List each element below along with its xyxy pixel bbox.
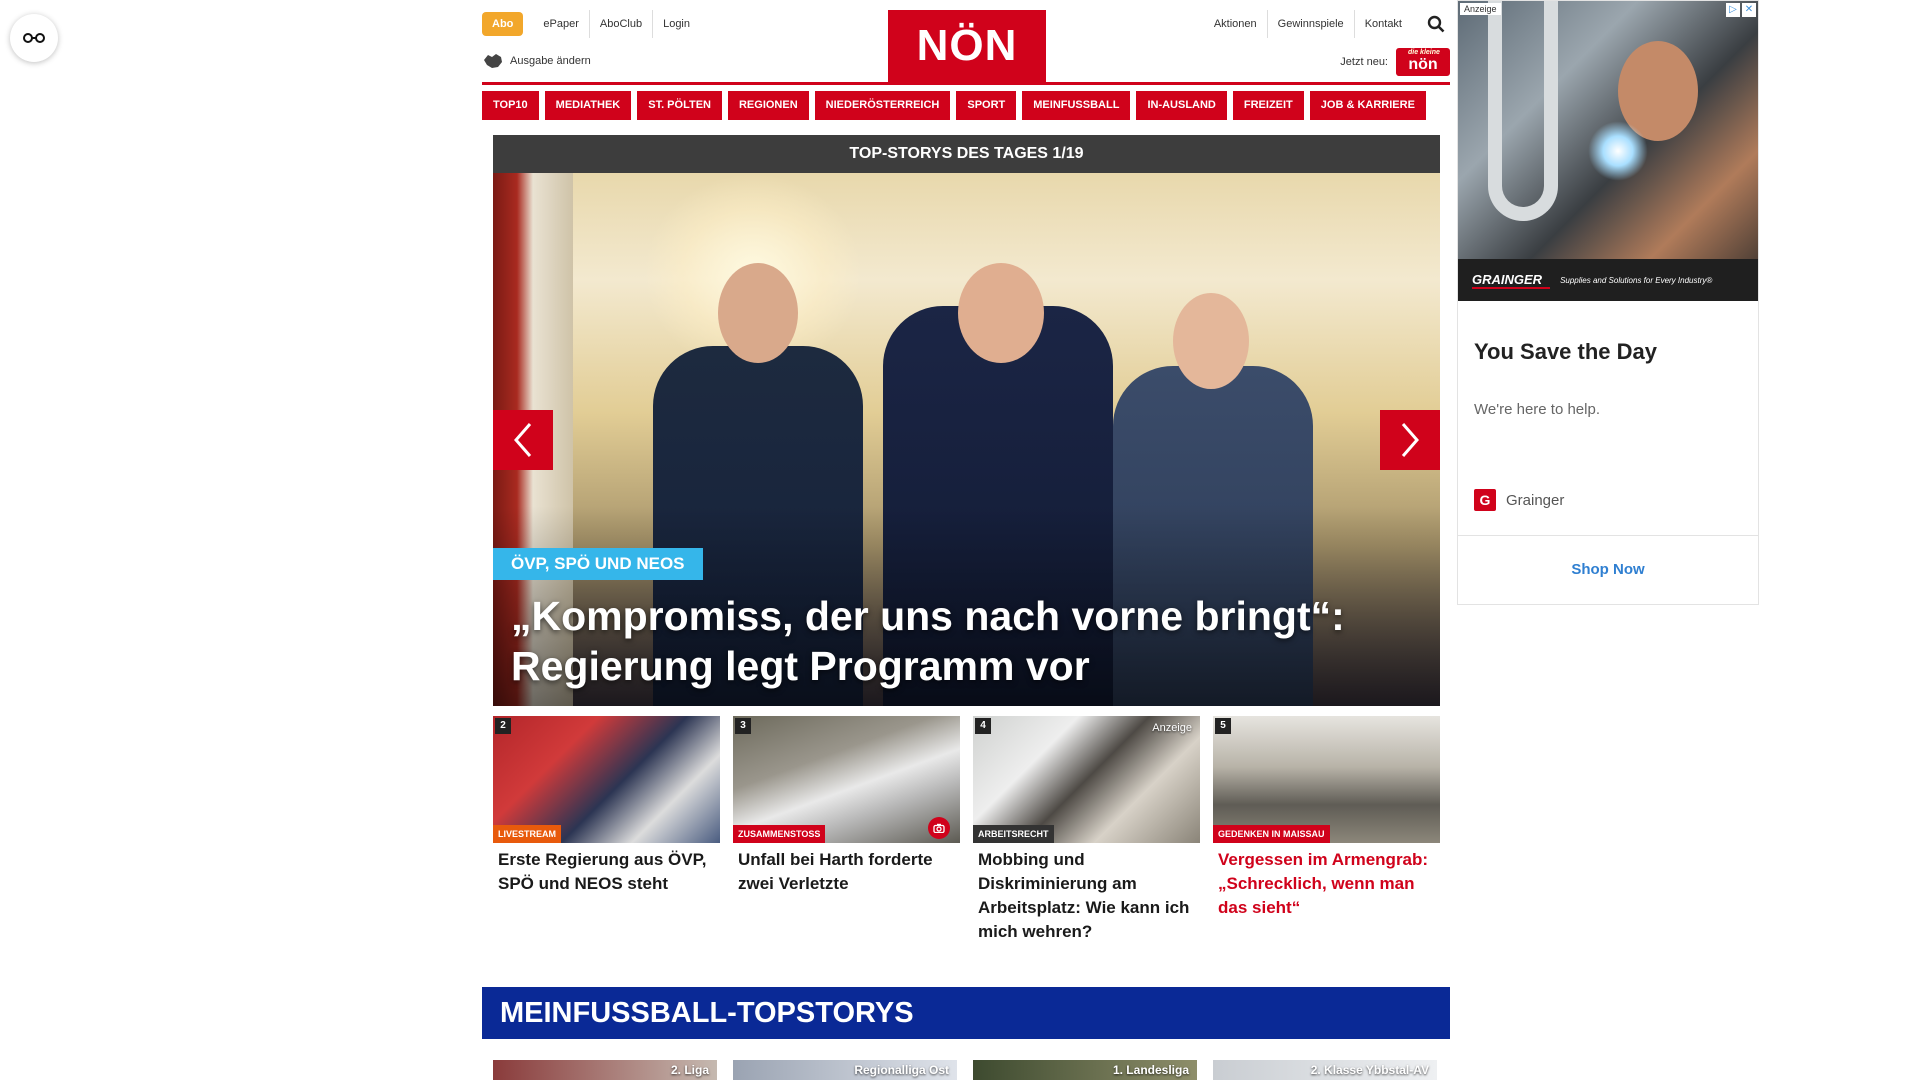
- fussball-league-label: 1. Landesliga: [1112, 1063, 1189, 1077]
- nav-item-freizeit[interactable]: FREIZEIT: [1232, 91, 1304, 120]
- sponsored-label: Anzeige: [1152, 722, 1192, 734]
- kontakt-link[interactable]: Kontakt: [1353, 10, 1412, 38]
- ad-sponsor-name: Grainger: [1506, 491, 1565, 509]
- hero-head-left: [718, 263, 798, 363]
- nav-item-top10[interactable]: TOP10: [482, 91, 539, 120]
- meinfussball-heading[interactable]: MEINFUSSBALL-TOPSTORYS: [482, 987, 1450, 1039]
- story-kicker: ARBEITSRECHT: [973, 825, 1054, 843]
- ad-brand-logo: GRAINGER: [1472, 272, 1551, 289]
- fussball-league-label: Regionalliga Ost: [854, 1063, 949, 1077]
- aboclub-link[interactable]: AboClub: [588, 10, 652, 38]
- glasses-icon: [23, 33, 45, 43]
- ad-image[interactable]: Anzeige ▷ ✕ GRAINGER Supplies and Soluti…: [1458, 1, 1758, 301]
- main-navigation: TOP10 MEDIATHEK ST. PÖLTEN REGIONEN NIED…: [482, 91, 1450, 120]
- site-header: Abo ePaper AboClub Login Ausgabe ändern …: [482, 10, 1450, 86]
- ad-brand-bar: GRAINGER Supplies and Solutions for Ever…: [1458, 259, 1758, 301]
- nav-item-sport[interactable]: SPORT: [956, 91, 1017, 120]
- change-edition-link[interactable]: Ausgabe ändern: [482, 52, 591, 70]
- nav-item-niederoesterreich[interactable]: NIEDERÖSTERREICH: [814, 91, 951, 120]
- fussball-card[interactable]: 1. Landesliga: [973, 1060, 1197, 1080]
- story-number: 5: [1215, 718, 1231, 734]
- story-title[interactable]: Erste Regierung aus ÖVP, SPÖ und NEOS st…: [493, 843, 720, 896]
- advertisement[interactable]: Anzeige ▷ ✕ GRAINGER Supplies and Soluti…: [1457, 0, 1759, 605]
- ad-shop-now-button[interactable]: Shop Now: [1458, 561, 1758, 578]
- epaper-link[interactable]: ePaper: [533, 10, 588, 38]
- top-stories-heading: TOP-STORYS DES TAGES 1/19: [493, 135, 1440, 173]
- ad-close-icon[interactable]: ✕: [1742, 3, 1756, 17]
- ad-info-icon[interactable]: ▷: [1726, 3, 1740, 17]
- fussball-card[interactable]: 2. Klasse Ybbstal-AV: [1213, 1060, 1437, 1080]
- chevron-right-icon: [1401, 423, 1419, 457]
- grainger-icon: G: [1474, 489, 1496, 511]
- kleine-noen-logo[interactable]: die kleine nön: [1396, 48, 1450, 76]
- camera-icon: [928, 817, 950, 839]
- aktionen-link[interactable]: Aktionen: [1204, 10, 1267, 38]
- header-top-left: Abo ePaper AboClub Login: [482, 10, 700, 38]
- story-title[interactable]: Vergessen im Armengrab: „Schrecklich, we…: [1213, 843, 1440, 920]
- story-kicker: GEDENKEN IN MAISSAU: [1213, 825, 1330, 843]
- gewinnspiele-link[interactable]: Gewinnspiele: [1266, 10, 1354, 38]
- jetzt-neu-label: Jetzt neu:: [1340, 56, 1388, 68]
- accessibility-toggle-button[interactable]: [10, 14, 58, 62]
- ad-subline: We're here to help.: [1474, 401, 1600, 418]
- fussball-card[interactable]: 2. Liga: [493, 1060, 717, 1080]
- story-number: 2: [495, 718, 511, 734]
- story-number: 3: [735, 718, 751, 734]
- ad-sponsor[interactable]: G Grainger: [1474, 489, 1564, 511]
- story-image: 3 ZUSAMMENSTOSS: [733, 716, 960, 843]
- story-number: 4: [975, 718, 991, 734]
- story-kicker: ZUSAMMENSTOSS: [733, 825, 826, 843]
- lower-austria-map-icon: [484, 54, 502, 68]
- abo-button[interactable]: Abo: [482, 12, 524, 36]
- hero-title[interactable]: „Kompromiss, der uns nach vorne bringt“:…: [511, 591, 1411, 691]
- noen-logo[interactable]: NÖN: [888, 10, 1046, 82]
- ad-label: Anzeige: [1460, 3, 1501, 15]
- hero-story[interactable]: ÖVP, SPÖ UND NEOS „Kompromiss, der uns n…: [493, 173, 1440, 706]
- hero-head-right: [1173, 293, 1249, 389]
- ad-image-flashlight: [1588, 121, 1648, 181]
- story-title[interactable]: Unfall bei Harth forderte zwei Verletzte: [733, 843, 960, 896]
- ad-divider: [1458, 535, 1758, 536]
- hero-head-center: [958, 263, 1044, 363]
- fussball-card[interactable]: Regionalliga Ost: [733, 1060, 957, 1080]
- search-icon[interactable]: [1422, 10, 1450, 38]
- story-card[interactable]: 2 LIVESTREAM Erste Regierung aus ÖVP, SP…: [493, 716, 720, 944]
- kleine-noen-script: die kleine: [1408, 49, 1440, 56]
- meinfussball-cards: 2. Liga Regionalliga Ost 1. Landesliga 2…: [493, 1060, 1440, 1080]
- story-card[interactable]: 3 ZUSAMMENSTOSS Unfall bei Harth fordert…: [733, 716, 960, 944]
- story-teasers: 2 LIVESTREAM Erste Regierung aus ÖVP, SP…: [493, 716, 1440, 944]
- kleine-noen-logo-text: nön: [1408, 56, 1438, 73]
- ad-brand-tagline: Supplies and Solutions for Every Industr…: [1560, 275, 1713, 285]
- story-image: 5 GEDENKEN IN MAISSAU: [1213, 716, 1440, 843]
- change-edition-label: Ausgabe ändern: [510, 55, 591, 67]
- story-image: 4 Anzeige ARBEITSRECHT: [973, 716, 1200, 843]
- nav-item-regionen[interactable]: REGIONEN: [727, 91, 809, 120]
- chevron-left-icon: [514, 423, 532, 457]
- nav-item-mediathek[interactable]: MEDIATHEK: [544, 91, 632, 120]
- slider-prev-button[interactable]: [493, 410, 553, 470]
- story-title[interactable]: Mobbing und Diskriminierung am Arbeitspl…: [973, 843, 1200, 944]
- story-card[interactable]: 4 Anzeige ARBEITSRECHT Mobbing und Diskr…: [973, 716, 1200, 944]
- fussball-league-label: 2. Liga: [670, 1063, 709, 1077]
- ad-controls: ▷ ✕: [1726, 3, 1756, 17]
- story-kicker: LIVESTREAM: [493, 825, 562, 843]
- ad-headline[interactable]: You Save the Day: [1474, 339, 1657, 365]
- nav-item-meinfussball[interactable]: MEINFUSSBALL: [1022, 91, 1131, 120]
- nav-item-st-poelten[interactable]: ST. PÖLTEN: [637, 91, 722, 120]
- fussball-league-label: 2. Klasse Ybbstal-AV: [1310, 1063, 1429, 1077]
- hero-tag[interactable]: ÖVP, SPÖ UND NEOS: [493, 548, 703, 580]
- login-link[interactable]: Login: [652, 10, 700, 38]
- ad-image-pipe: [1488, 1, 1558, 221]
- slider-next-button[interactable]: [1380, 410, 1440, 470]
- page: Abo ePaper AboClub Login Ausgabe ändern …: [0, 0, 1920, 1080]
- story-image: 2 LIVESTREAM: [493, 716, 720, 843]
- header-top-right: Aktionen Gewinnspiele Kontakt: [1204, 10, 1450, 38]
- header-divider: [482, 82, 1450, 85]
- nav-item-job-karriere[interactable]: JOB & KARRIERE: [1309, 91, 1426, 120]
- jetzt-neu-promo: Jetzt neu: die kleine nön: [1340, 48, 1450, 76]
- story-card[interactable]: 5 GEDENKEN IN MAISSAU Vergessen im Armen…: [1213, 716, 1440, 944]
- nav-item-in-ausland[interactable]: IN-AUSLAND: [1136, 91, 1227, 120]
